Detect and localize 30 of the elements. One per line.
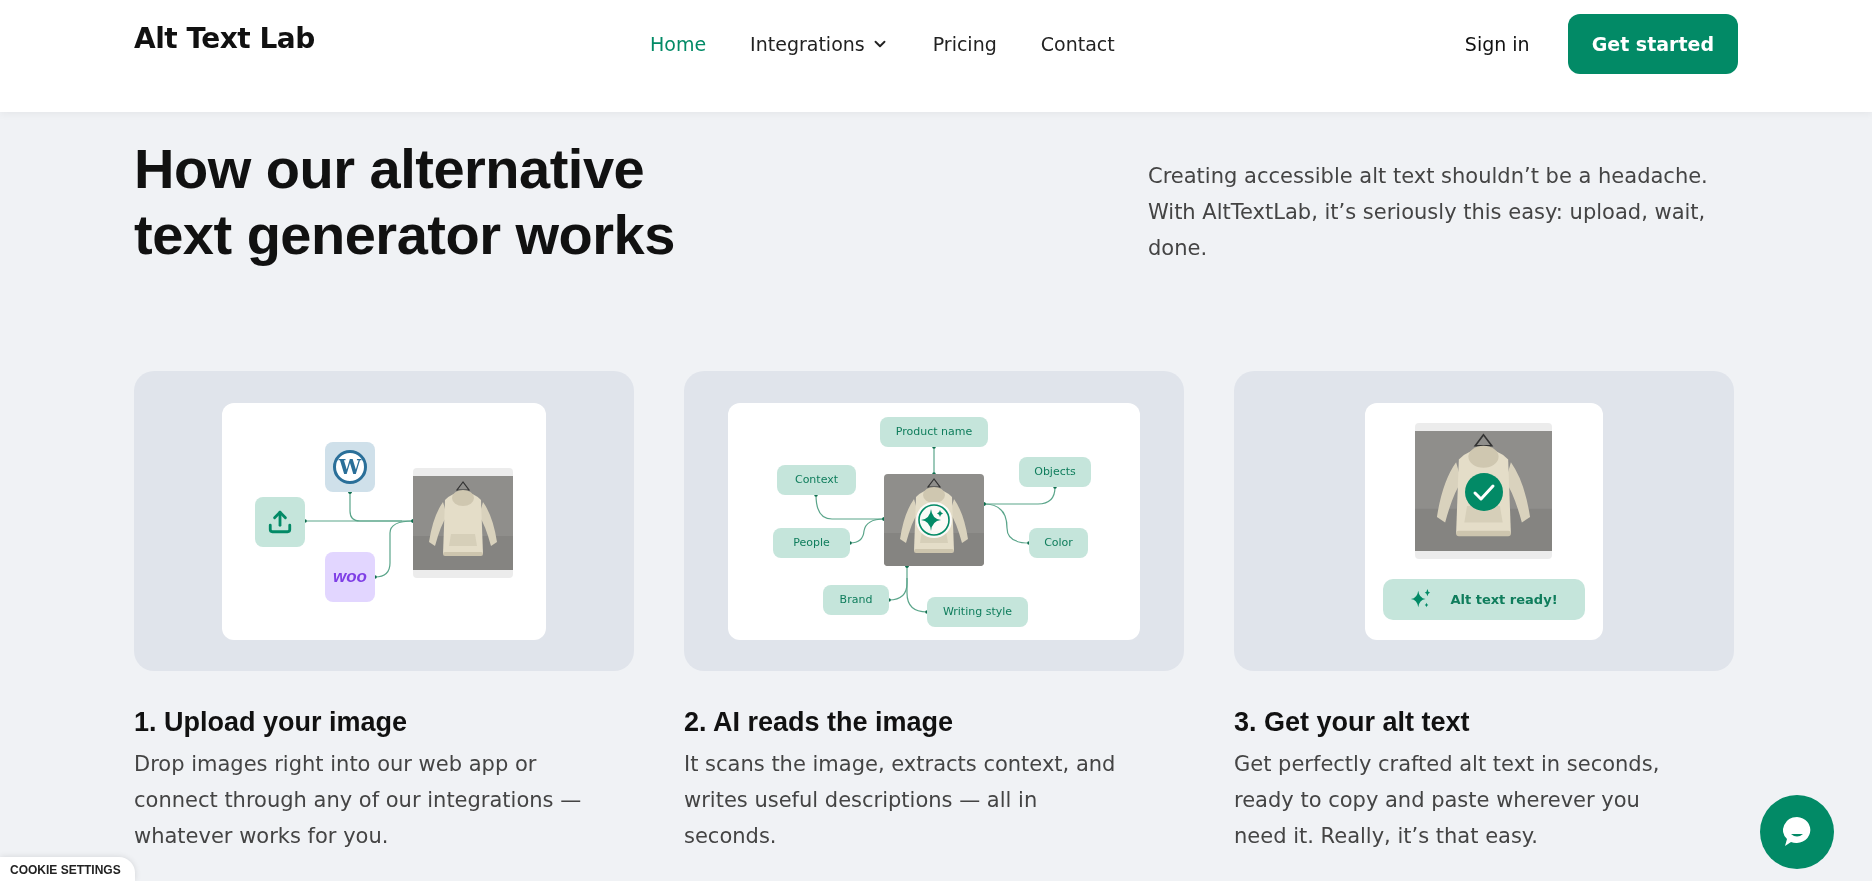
checkmark-icon: [1465, 472, 1503, 511]
sign-in-link[interactable]: Sign in: [1464, 14, 1530, 74]
attribute-tag: Color: [1029, 527, 1088, 558]
upload-icon: [267, 508, 293, 535]
sparkle-badge-icon: [915, 500, 953, 539]
step-description: Drop images right into our web app or connect through any of our integrations — whatever works for you.: [134, 751, 583, 850]
logo[interactable]: Alt Text Lab: [134, 22, 650, 55]
step-description: It scans the image, extracts context, and writes useful descriptions — all in seconds.: [684, 751, 1117, 850]
attribute-tag: Objects: [1019, 456, 1091, 487]
step-title: 2. AI reads the image: [684, 707, 955, 738]
attribute-tag: Product name: [880, 416, 988, 447]
nav-link[interactable]: Integrations: [750, 33, 889, 55]
woo-logo: woo: [333, 566, 367, 587]
step-title: 3. Get your alt text: [1234, 707, 1471, 738]
nav-link[interactable]: Pricing: [932, 33, 997, 55]
attribute-tag: Context: [777, 464, 856, 495]
section-description: Creating accessible alt text shouldn’t be a headache. With AltTextLab, it’s seriously this easy: upload, wait, done.: [1148, 163, 1709, 262]
step-title: 1. Upload your image: [134, 707, 409, 738]
attribute-tag: Brand: [823, 584, 889, 615]
section-heading: How our alternative text generator works: [134, 136, 676, 268]
sparkle-icon: [1410, 588, 1433, 610]
wordpress-logo: W: [333, 449, 367, 484]
get-started-button[interactable]: Get started: [1567, 14, 1738, 74]
nav-link[interactable]: Contact: [1040, 33, 1115, 55]
step-description: Get perfectly crafted alt text in seconds, ready to copy and paste wherever you need it. Really, it’s that easy.: [1234, 751, 1661, 850]
attribute-tag: Writing style: [927, 596, 1028, 627]
status-text: Alt text ready!: [1450, 591, 1558, 607]
nav-link[interactable]: Home: [650, 33, 707, 55]
attribute-tag: People: [773, 527, 850, 558]
cookie-settings-button[interactable]: COOKIE SETTINGS: [0, 857, 135, 881]
